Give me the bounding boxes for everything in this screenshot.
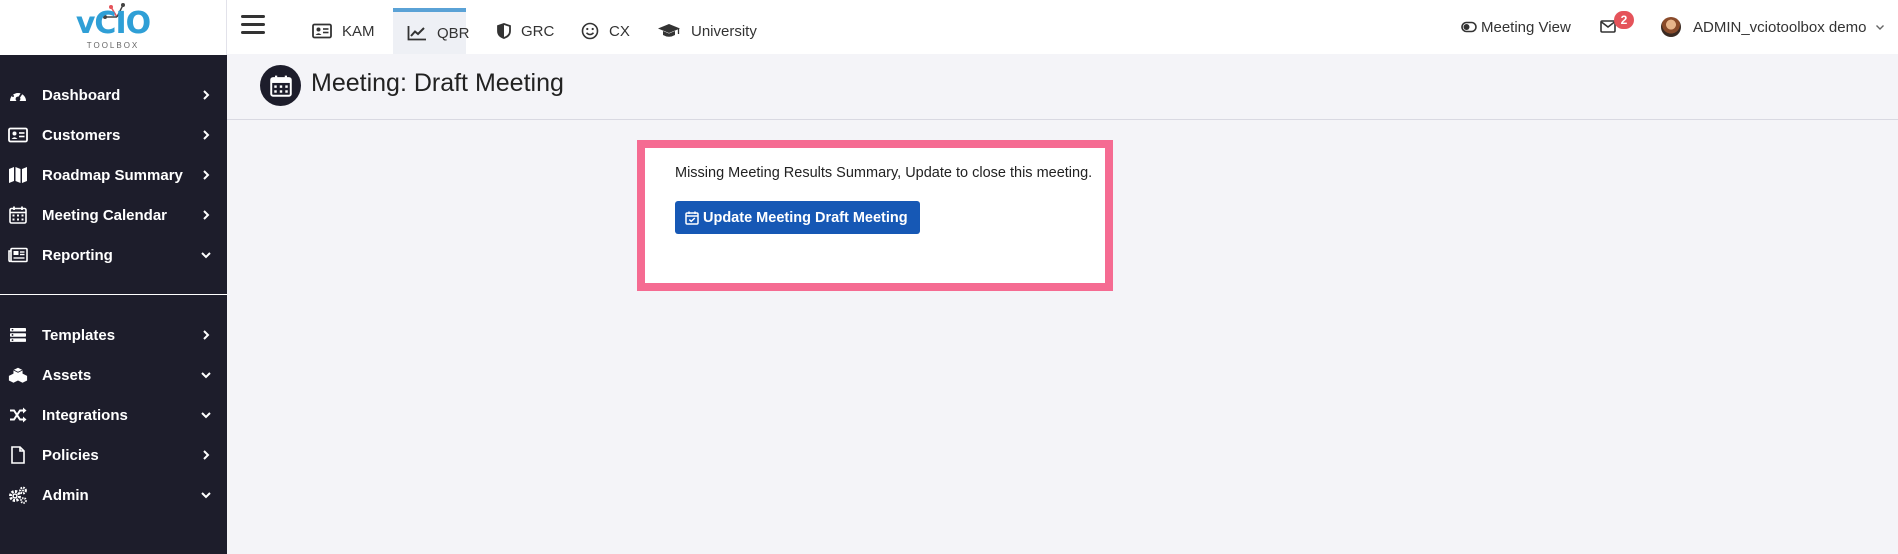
sidebar-nav-secondary: Templates Assets Integrations Policies A…: [0, 315, 227, 515]
sidebar-item-customers[interactable]: Customers: [0, 115, 227, 155]
tab-label: GRC: [521, 22, 555, 40]
sidebar-item-label: Meeting Calendar: [42, 206, 168, 224]
chevron-right-icon: [203, 170, 210, 180]
tab-kam[interactable]: KAM: [298, 8, 389, 54]
chevron-down-icon: [201, 372, 211, 379]
meeting-view-toggle[interactable]: Meeting View: [1461, 0, 1571, 54]
hamburger-line: [241, 23, 265, 26]
page-title: Meeting: Draft Meeting: [311, 69, 564, 97]
tab-university[interactable]: University: [643, 8, 771, 54]
page-header: Meeting: Draft Meeting: [227, 54, 1898, 120]
calendar-check-icon: [685, 211, 699, 225]
sidebar-item-reporting[interactable]: Reporting: [0, 235, 227, 275]
sidebar-item-assets[interactable]: Assets: [0, 355, 227, 395]
gears-icon: [8, 486, 28, 504]
meeting-view-label: Meeting View: [1481, 18, 1571, 36]
sidebar-item-roadmap-summary[interactable]: Roadmap Summary: [0, 155, 227, 195]
sidebar-item-label: Roadmap Summary: [42, 166, 183, 184]
tab-label: CX: [609, 22, 630, 40]
sidebar-item-label: Templates: [42, 326, 116, 344]
address-card-icon: [8, 126, 28, 144]
sidebar-item-admin[interactable]: Admin: [0, 475, 227, 515]
line-chart-icon: [407, 24, 427, 42]
messages-button[interactable]: 2: [1600, 0, 1634, 54]
menu-toggle-button[interactable]: [241, 15, 265, 37]
calendar-icon: [8, 206, 28, 224]
user-name: ADMIN_vciotoolbox demo: [1693, 18, 1867, 36]
logo-text: vCIO: [75, 5, 151, 41]
shield-icon: [497, 22, 511, 40]
chevron-right-icon: [203, 130, 210, 140]
toggle-icon: [1461, 21, 1477, 33]
sidebar-item-label: Reporting: [42, 246, 113, 264]
sidebar-divider: [0, 294, 227, 295]
notification-badge: 2: [1614, 11, 1634, 29]
graduation-cap-icon: [657, 22, 681, 40]
map-icon: [8, 166, 28, 184]
calendar-icon: [260, 65, 301, 106]
chevron-down-icon: [201, 412, 211, 419]
sidebar-item-label: Policies: [42, 446, 99, 464]
logo-subtext: TOOLBOX: [86, 40, 140, 50]
logo-area[interactable]: vCIO TOOLBOX: [0, 0, 227, 55]
chevron-down-icon: [1876, 25, 1885, 30]
shuffle-icon: [8, 406, 28, 424]
avatar: [1661, 17, 1681, 37]
tab-label: University: [691, 22, 757, 40]
sidebar-item-label: Assets: [42, 366, 92, 384]
tab-label: QBR: [437, 24, 470, 42]
main-content: Missing Meeting Results Summary, Update …: [227, 120, 1898, 554]
sidebar-item-integrations[interactable]: Integrations: [0, 395, 227, 435]
smile-icon: [581, 22, 599, 40]
sidebar-item-label: Customers: [42, 126, 121, 144]
sidebar-item-templates[interactable]: Templates: [0, 315, 227, 355]
chevron-down-icon: [201, 492, 211, 499]
sidebar-item-label: Admin: [42, 486, 89, 504]
hamburger-line: [241, 15, 265, 18]
dashboard-icon: [8, 86, 28, 104]
tab-cx[interactable]: CX: [567, 8, 644, 54]
update-button-label: Update Meeting Draft Meeting: [703, 209, 908, 226]
sidebar-item-label: Dashboard: [42, 86, 121, 104]
brand-logo: vCIO TOOLBOX: [73, 2, 153, 53]
sidebar-item-meeting-calendar[interactable]: Meeting Calendar: [0, 195, 227, 235]
tab-grc[interactable]: GRC: [483, 8, 568, 54]
hamburger-line: [241, 31, 265, 34]
alert-message: Missing Meeting Results Summary, Update …: [675, 165, 1093, 181]
chevron-down-icon: [201, 252, 211, 259]
tab-label: KAM: [342, 22, 375, 40]
chevron-right-icon: [203, 450, 210, 460]
chevron-right-icon: [203, 210, 210, 220]
sidebar-item-policies[interactable]: Policies: [0, 435, 227, 475]
file-icon: [8, 446, 28, 464]
id-card-icon: [312, 22, 332, 40]
missing-summary-alert: Missing Meeting Results Summary, Update …: [637, 140, 1113, 291]
cubes-icon: [8, 366, 28, 384]
update-meeting-button[interactable]: Update Meeting Draft Meeting: [675, 201, 920, 234]
templates-icon: [8, 326, 28, 344]
sidebar: vCIO TOOLBOX Dashboard Customers Roadmap…: [0, 0, 227, 554]
newspaper-icon: [8, 246, 28, 264]
chevron-right-icon: [203, 90, 210, 100]
sidebar-item-label: Integrations: [42, 406, 128, 424]
user-menu[interactable]: ADMIN_vciotoolbox demo: [1661, 0, 1886, 54]
chevron-right-icon: [203, 330, 210, 340]
sidebar-nav-primary: Dashboard Customers Roadmap Summary Meet…: [0, 75, 227, 275]
top-navbar: KAM QBR GRC CX University Meeting View 2: [227, 0, 1898, 54]
tab-qbr[interactable]: QBR: [393, 8, 470, 54]
sidebar-item-dashboard[interactable]: Dashboard: [0, 75, 227, 115]
